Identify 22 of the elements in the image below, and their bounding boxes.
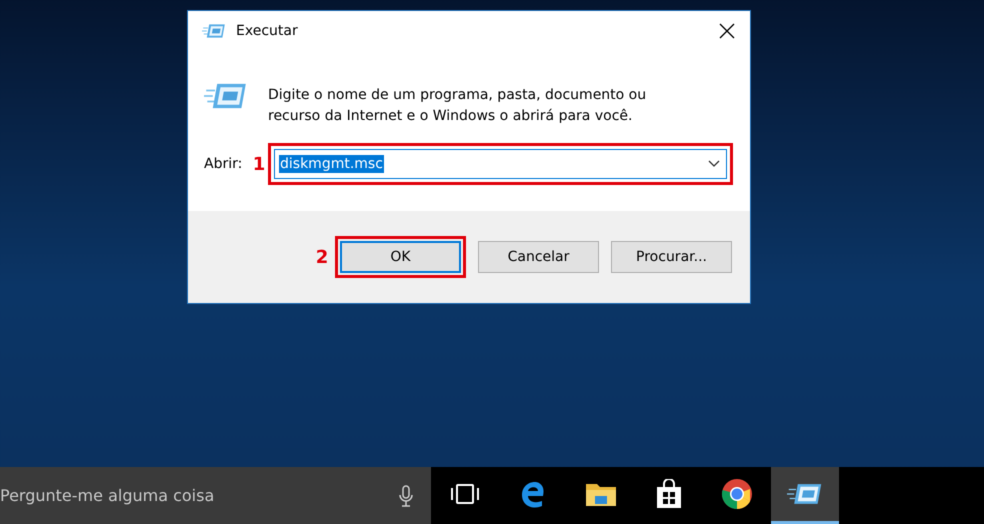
run-icon	[202, 23, 226, 39]
chevron-down-icon	[708, 160, 720, 168]
dialog-description: Digite o nome de um programa, pasta, documento ou recurso da Internet e o Windows o abrirá para você.	[268, 86, 648, 126]
search-field[interactable]: Pergunte-me alguma coisa	[0, 486, 399, 505]
close-icon	[719, 23, 735, 39]
run-icon	[787, 482, 823, 506]
dialog-button[interactable]: OK	[340, 241, 461, 273]
search-box[interactable]: Pergunte-me alguma coisa	[0, 467, 431, 524]
taskbar-button[interactable]	[771, 467, 839, 524]
dialog-button[interactable]: Cancelar	[478, 241, 599, 273]
run-icon	[204, 81, 248, 111]
open-combobox[interactable]: diskmgmt.msc	[274, 149, 727, 179]
microphone-icon	[399, 484, 413, 506]
task-view-icon	[450, 483, 480, 505]
annotation-number: 1	[252, 154, 266, 174]
selected-text: diskmgmt.msc	[279, 155, 384, 173]
dialog-button[interactable]: Procurar...	[611, 241, 732, 273]
window-title: Executar	[236, 23, 299, 39]
open-label: Abrir:	[204, 156, 244, 172]
chrome-icon	[721, 478, 753, 510]
store-icon	[655, 479, 683, 509]
annotation-number: 2	[314, 246, 330, 268]
